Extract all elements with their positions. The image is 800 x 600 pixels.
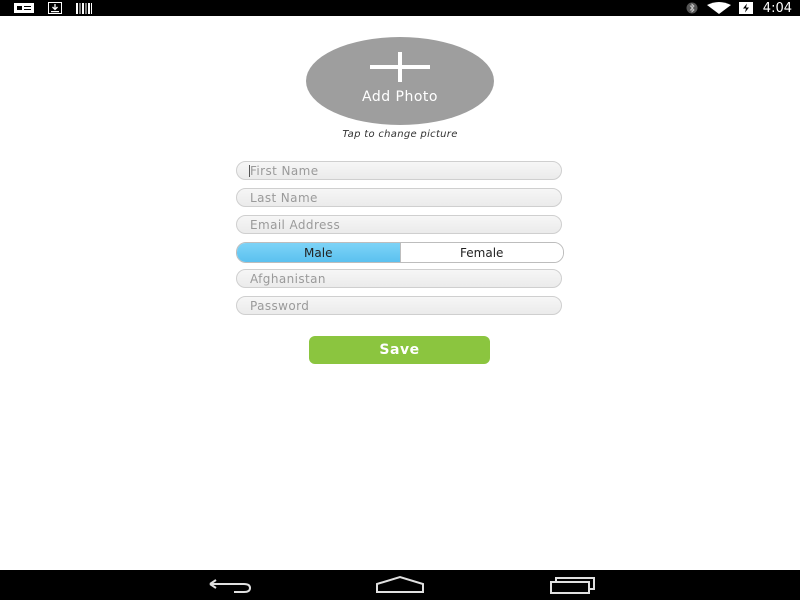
status-bar-system: 4:04 [685, 0, 792, 16]
notification-card-icon [14, 3, 34, 13]
gender-option-female[interactable]: Female [400, 243, 563, 262]
gender-option-male[interactable]: Male [237, 243, 401, 262]
back-icon[interactable] [204, 574, 254, 596]
save-button[interactable]: Save [309, 336, 490, 364]
password-placeholder: Password [250, 299, 310, 313]
home-icon[interactable] [374, 574, 426, 596]
status-bar-notifications [14, 2, 92, 14]
wifi-icon [706, 2, 731, 14]
navigation-bar [0, 570, 800, 600]
email-placeholder: Email Address [250, 218, 341, 232]
recents-icon[interactable] [548, 574, 598, 596]
gender-selector: Male Female [236, 242, 564, 263]
plus-icon-vertical [398, 52, 402, 82]
country-select[interactable]: Afghanistan [236, 269, 562, 288]
last-name-field[interactable]: Last Name [236, 188, 562, 207]
barcode-icon [76, 2, 92, 14]
country-value: Afghanistan [250, 272, 326, 286]
first-name-field[interactable]: First Name [236, 161, 562, 180]
battery-charging-icon [738, 2, 753, 14]
status-bar-clock: 4:04 [762, 0, 792, 16]
last-name-placeholder: Last Name [250, 191, 318, 205]
email-field[interactable]: Email Address [236, 215, 562, 234]
password-field[interactable]: Password [236, 296, 562, 315]
download-icon [48, 2, 62, 14]
status-bar: 4:04 [0, 0, 800, 16]
tap-to-change-hint: Tap to change picture [342, 129, 458, 140]
first-name-placeholder: First Name [250, 164, 319, 178]
add-photo-label: Add Photo [362, 89, 438, 105]
bluetooth-icon [686, 2, 698, 14]
